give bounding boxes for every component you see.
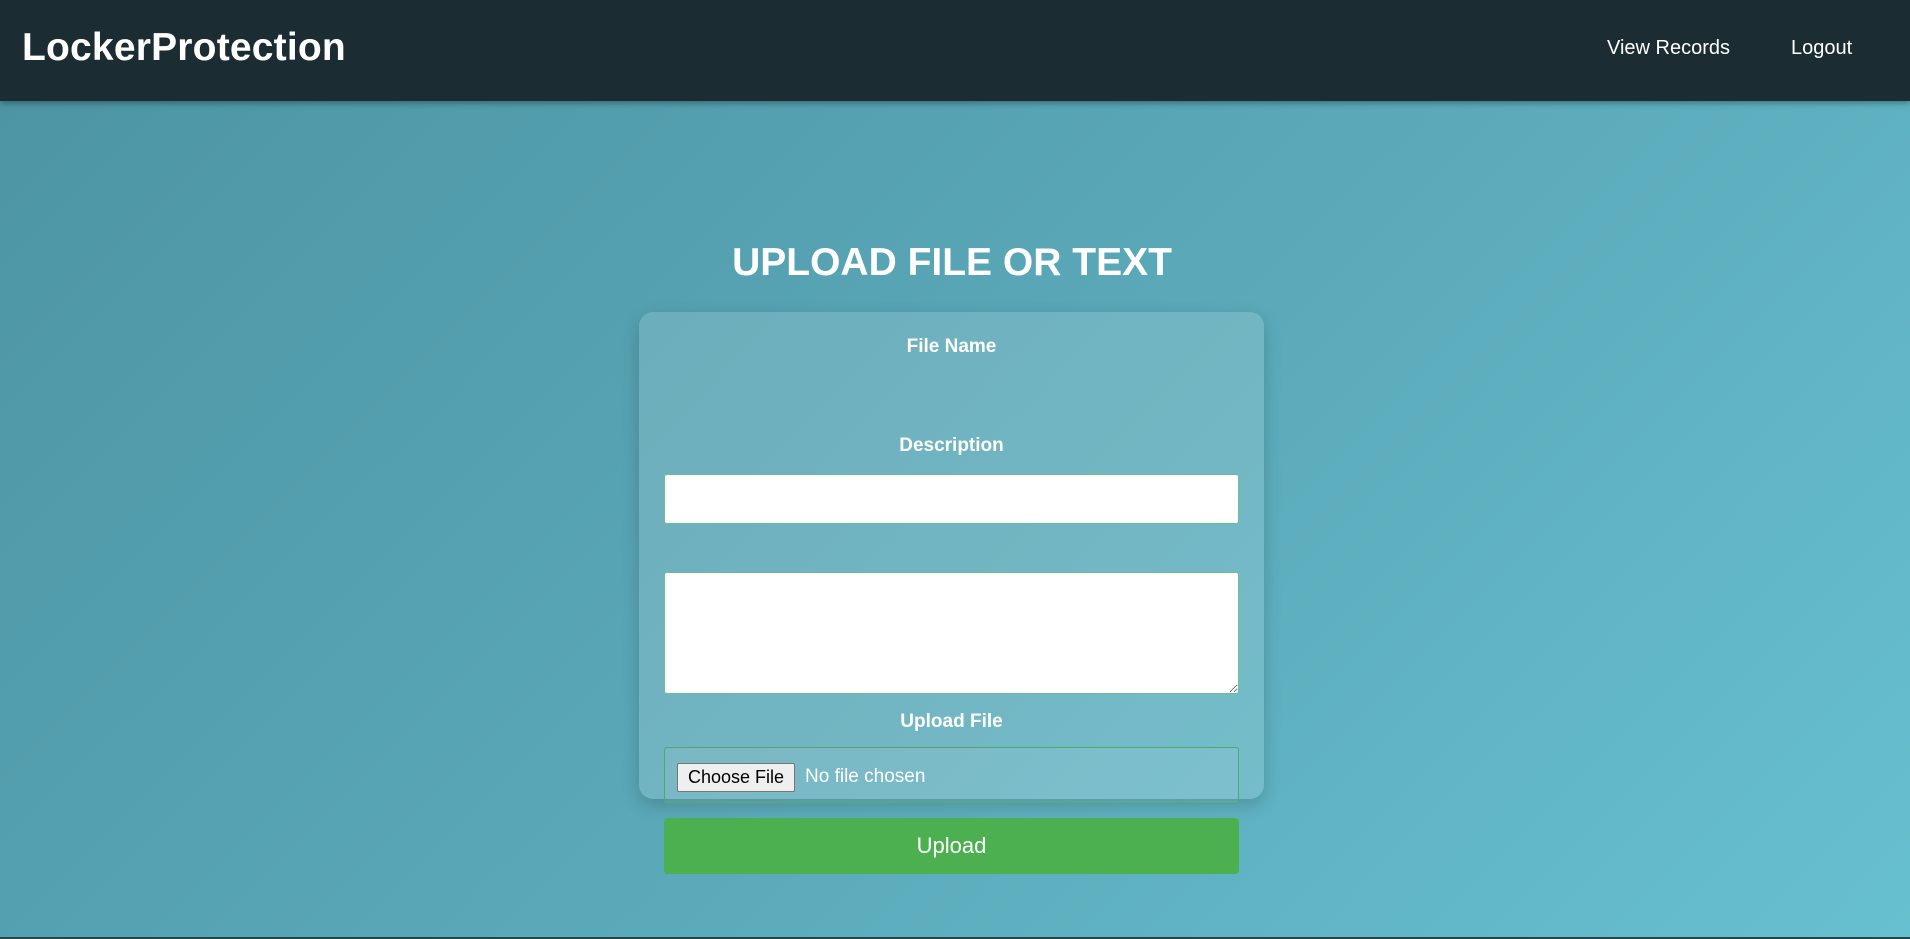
file-chosen-status: No file chosen xyxy=(805,766,926,787)
main-content: UPLOAD FILE OR TEXT File Name Descriptio… xyxy=(0,101,1910,937)
description-textarea[interactable] xyxy=(664,572,1239,694)
upload-file-label: Upload File xyxy=(900,711,1003,732)
top-navbar: LockerProtection View Records Logout xyxy=(0,0,1910,101)
file-name-label: File Name xyxy=(906,336,997,357)
upload-button[interactable]: Upload xyxy=(664,818,1239,874)
choose-file-button[interactable]: Choose File xyxy=(677,763,796,792)
file-picker[interactable]: Choose File No file chosen xyxy=(664,747,1239,804)
file-name-input[interactable] xyxy=(664,474,1239,524)
page-title: UPLOAD FILE OR TEXT xyxy=(732,241,1172,284)
brand-logo-text[interactable]: LockerProtection xyxy=(22,26,346,70)
nav-link-logout[interactable]: Logout xyxy=(1791,36,1852,60)
upload-form-card: File Name Description Upload File Choose… xyxy=(639,312,1264,874)
nav-link-view-records[interactable]: View Records xyxy=(1607,36,1730,60)
description-label: Description xyxy=(899,435,1004,456)
